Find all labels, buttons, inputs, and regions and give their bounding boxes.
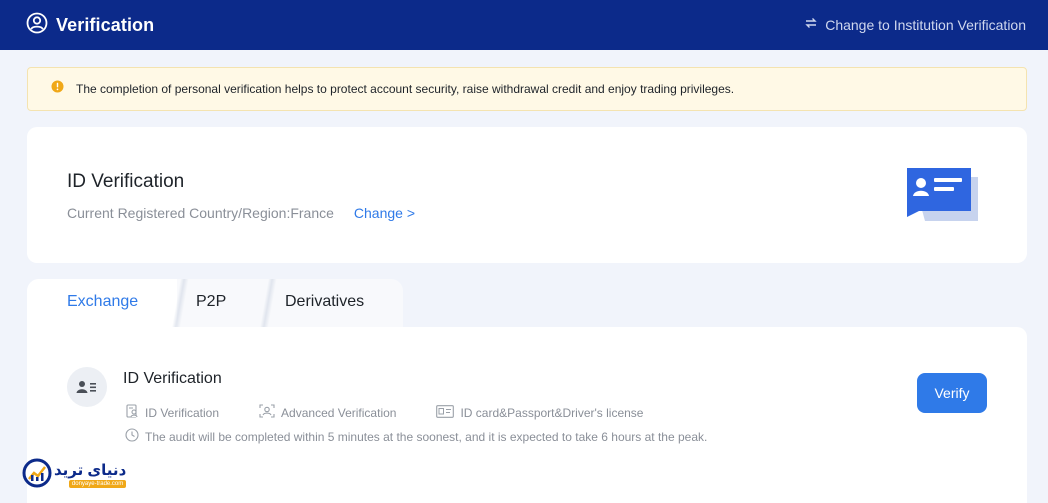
feature-documents: ID card&Passport&Driver's license bbox=[436, 404, 643, 421]
top-header: Verification Change to Institution Verif… bbox=[0, 0, 1048, 50]
watermark-url: donyaye-trade.com bbox=[68, 480, 127, 488]
institution-verification-link[interactable]: Change to Institution Verification bbox=[805, 16, 1026, 34]
tab-exchange[interactable]: Exchange bbox=[67, 293, 138, 311]
feature-id-verification: ID Verification bbox=[125, 404, 219, 421]
feature-label: ID Verification bbox=[145, 405, 220, 420]
registered-country-text: Current Registered Country/Region:France bbox=[67, 205, 334, 221]
warning-icon bbox=[51, 80, 64, 98]
feature-label: Advanced Verification bbox=[281, 405, 397, 420]
face-scan-icon bbox=[259, 404, 275, 421]
verification-panel: ID Verification ID Verification Advanced… bbox=[27, 327, 1027, 503]
feature-label: ID card&Passport&Driver's license bbox=[460, 405, 644, 420]
tab-p2p[interactable]: P2P bbox=[196, 293, 226, 311]
id-card-icon bbox=[436, 404, 455, 421]
id-card-title: ID Verification bbox=[67, 171, 185, 192]
audit-time-note: The audit will be completed within 5 min… bbox=[125, 428, 707, 445]
change-country-link[interactable]: Change > bbox=[354, 205, 415, 221]
clock-icon bbox=[125, 428, 139, 445]
country-row: Current Registered Country/Region:France… bbox=[67, 205, 415, 221]
notice-text: The completion of personal verification … bbox=[76, 82, 735, 96]
id-card-illustration bbox=[905, 165, 981, 230]
swap-icon bbox=[805, 16, 817, 34]
verify-button[interactable]: Verify bbox=[917, 373, 987, 413]
audit-note-text: The audit will be completed within 5 min… bbox=[145, 429, 708, 444]
verification-title: ID Verification bbox=[123, 370, 222, 387]
info-notice-banner: The completion of personal verification … bbox=[27, 67, 1027, 111]
verification-features: ID Verification Advanced Verification ID… bbox=[125, 404, 683, 421]
header-title-group: Verification bbox=[26, 12, 154, 39]
tab-derivatives[interactable]: Derivatives bbox=[285, 293, 364, 311]
watermark-text: دنیای ترید bbox=[54, 462, 127, 479]
id-avatar-icon bbox=[67, 367, 107, 407]
page-title: Verification bbox=[56, 14, 155, 35]
chart-logo-icon bbox=[22, 458, 52, 493]
id-verification-card: ID Verification Current Registered Count… bbox=[27, 127, 1027, 263]
verification-tabs: Exchange P2P Derivatives bbox=[27, 279, 403, 327]
user-circle-icon bbox=[26, 12, 48, 39]
document-user-icon bbox=[125, 404, 139, 421]
feature-advanced-verification: Advanced Verification bbox=[259, 404, 396, 421]
institution-verification-label: Change to Institution Verification bbox=[825, 17, 1026, 33]
watermark-logo: دنیای ترید donyaye-trade.com bbox=[22, 458, 127, 493]
